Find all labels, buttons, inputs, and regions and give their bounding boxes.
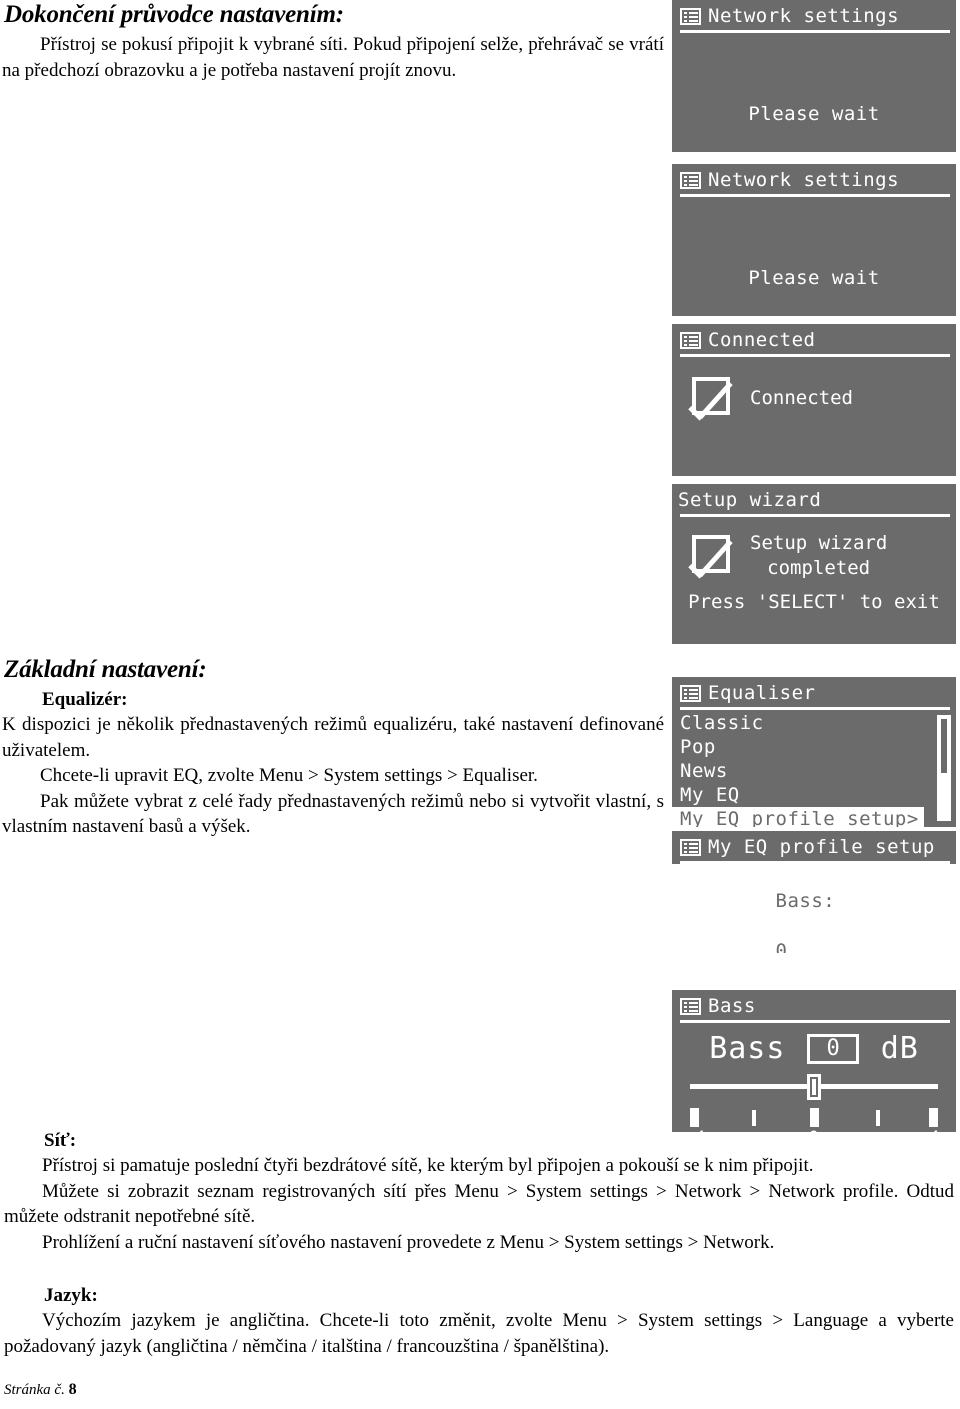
- lcd-title-bar: Bass: [672, 990, 956, 1020]
- paragraph-setup-wizard-complete: Přístroj se pokusí připojit k vybrané sí…: [2, 34, 664, 81]
- lcd-title-text: Network settings: [708, 5, 900, 27]
- paragraph-equalizer-custom: Pak můžete vybrat z celé řady přednastav…: [2, 790, 664, 838]
- lcd-screen-processing: Network settings Please wait Processing.…: [672, 0, 956, 152]
- menu-item-news[interactable]: News: [672, 759, 956, 783]
- lcd-status-line-1: Please wait: [748, 267, 880, 289]
- lcd-title-bar: Network settings: [672, 0, 956, 30]
- menu-item-classic[interactable]: Classic: [672, 711, 956, 735]
- menu-item-label: My EQ: [680, 784, 740, 806]
- bass-scale-mid-label: 0: [809, 1128, 820, 1132]
- paragraph-equalizer-menu-path: Chcete-li upravit EQ, zvolte Menu > Syst…: [40, 765, 538, 786]
- bass-tick-max: [929, 1108, 938, 1127]
- lcd-title-bar: Connected: [672, 324, 956, 354]
- menu-item-label: My EQ profile setup: [680, 808, 907, 827]
- list-icon: [680, 684, 701, 702]
- section-language: Jazyk: Výchozím jazykem je angličtina. C…: [0, 1283, 960, 1359]
- menu-item-my-eq[interactable]: My EQ: [672, 783, 956, 807]
- document-text-column: Dokončení průvodce nastavením: Přístroj …: [0, 0, 668, 83]
- bass-tick-min: [690, 1108, 699, 1127]
- lcd-title-bar: My EQ profile setup: [672, 831, 956, 861]
- bass-tick-q3: [876, 1110, 880, 1126]
- lcd-status-line-1: Please wait: [748, 103, 880, 125]
- bass-param-label: Bass: [709, 1031, 786, 1066]
- bass-value-row: Bass 0 dB: [672, 1023, 956, 1066]
- paragraph-equalizer-presets: K dispozici je několik přednastavených r…: [2, 714, 664, 761]
- bass-value-field[interactable]: 0: [807, 1033, 859, 1064]
- list-icon: [680, 997, 701, 1015]
- lcd-title-text: Connected: [708, 329, 816, 351]
- lcd-scrollbar-thumb[interactable]: [939, 717, 949, 775]
- menu-item-label: Pop: [680, 736, 716, 758]
- lcd-title-bar: Equaliser: [672, 677, 956, 707]
- lcd-status-label: Connected: [750, 386, 853, 409]
- menu-item-label: News: [680, 760, 728, 782]
- equaliser-menu-list[interactable]: Classic Pop News My EQ My EQ profile set…: [672, 711, 956, 827]
- paragraph-language: Výchozím jazykem je angličtina. Chcete-l…: [4, 1310, 954, 1357]
- bass-scale-max-label: 4: [929, 1128, 940, 1132]
- bass-tick-q1: [752, 1110, 756, 1126]
- lcd-scrollbar[interactable]: [937, 715, 951, 821]
- bass-slider-knob[interactable]: [807, 1074, 821, 1100]
- lcd-screen-bass[interactable]: Bass Bass 0 dB -4 0 4: [672, 990, 956, 1132]
- list-icon: [680, 171, 701, 189]
- lcd-footer-hint: Press 'SELECT' to exit: [688, 591, 940, 613]
- checkmark-icon: [688, 375, 734, 421]
- lcd-title-divider: [680, 707, 950, 710]
- lcd-title-text: Bass: [708, 995, 756, 1017]
- lcd-screen-connected: Connected Connected: [672, 324, 956, 476]
- list-icon: [680, 838, 701, 856]
- chevron-right-icon: >: [906, 808, 919, 827]
- lcd-body: Setup wizard completed: [672, 517, 956, 581]
- lcd-title-text: My EQ profile setup: [708, 836, 935, 858]
- lcd-title-text: Equaliser: [708, 682, 816, 704]
- subheading-language: Jazyk:: [44, 1285, 98, 1306]
- menu-item-my-eq-profile-setup[interactable]: My EQ profile setup >: [672, 807, 924, 827]
- checkmark-icon: [688, 533, 734, 579]
- footer-page-number: 8: [68, 1381, 77, 1398]
- document-text-column-basic-settings: Základní nastavení: Equalizér: K dispozi…: [0, 655, 668, 840]
- lcd-body: Please wait Processing...\: [672, 33, 956, 152]
- row-bass-label: Bass:: [775, 890, 836, 912]
- lcd-screen-setup-wizard: Setup wizard Setup wizard completed Pres…: [672, 484, 956, 644]
- lcd-title-bar: Setup wizard: [672, 484, 956, 514]
- lcd-screen-connecting: Network settings Please wait Connecting.…: [672, 164, 956, 316]
- list-icon: [680, 7, 701, 25]
- menu-item-label: Classic: [680, 712, 764, 734]
- paragraph-network-memory: Přístroj si pamatuje poslední čtyři bezd…: [42, 1155, 814, 1176]
- lcd-body: Connected: [672, 357, 956, 421]
- bass-tick-mid: [810, 1108, 819, 1127]
- lcd-status-label: Setup wizard completed: [750, 532, 888, 579]
- lcd-body: Please wait Connecting.\: [672, 197, 956, 316]
- row-bass-value: 0: [775, 940, 788, 953]
- lcd-screen-eq-profile-setup[interactable]: My EQ profile setup Bass: 0 Treble: 0 Lo…: [672, 831, 956, 953]
- section-heading-basic-settings: Základní nastavení:: [4, 656, 207, 683]
- lcd-screen-equaliser[interactable]: Equaliser Classic Pop News My EQ My EQ p…: [672, 677, 956, 827]
- lcd-screenshot-column: Network settings Please wait Processing.…: [672, 0, 956, 1136]
- bass-unit-label: dB: [880, 1031, 919, 1066]
- section-heading-setup-wizard-complete: Dokončení průvodce nastavením:: [4, 1, 344, 28]
- row-bass[interactable]: Bass: 0: [672, 864, 956, 953]
- paragraph-network-manual: Prohlížení a ruční nastavení síťového na…: [42, 1231, 775, 1253]
- page-footer: Stránka č. 8: [4, 1381, 77, 1399]
- section-network: Síť: Přístroj si pamatuje poslední čtyři…: [0, 1128, 960, 1255]
- bass-slider[interactable]: -4 0 4: [684, 1072, 940, 1132]
- menu-item-pop[interactable]: Pop: [672, 735, 956, 759]
- list-icon: [680, 331, 701, 349]
- paragraph-network-profile: Můžete si zobrazit seznam registrovaných…: [4, 1180, 954, 1228]
- lcd-title-bar: Network settings: [672, 164, 956, 194]
- lcd-title-text: Network settings: [708, 169, 900, 191]
- footer-label: Stránka č.: [4, 1382, 65, 1398]
- lcd-title-text: Setup wizard: [678, 489, 822, 511]
- bass-scale-min-label: -4: [684, 1128, 705, 1132]
- subheading-equalizer: Equalizér:: [42, 689, 128, 710]
- eq-profile-rows[interactable]: Bass: 0 Treble: 0 Loudness: Off: [672, 864, 956, 953]
